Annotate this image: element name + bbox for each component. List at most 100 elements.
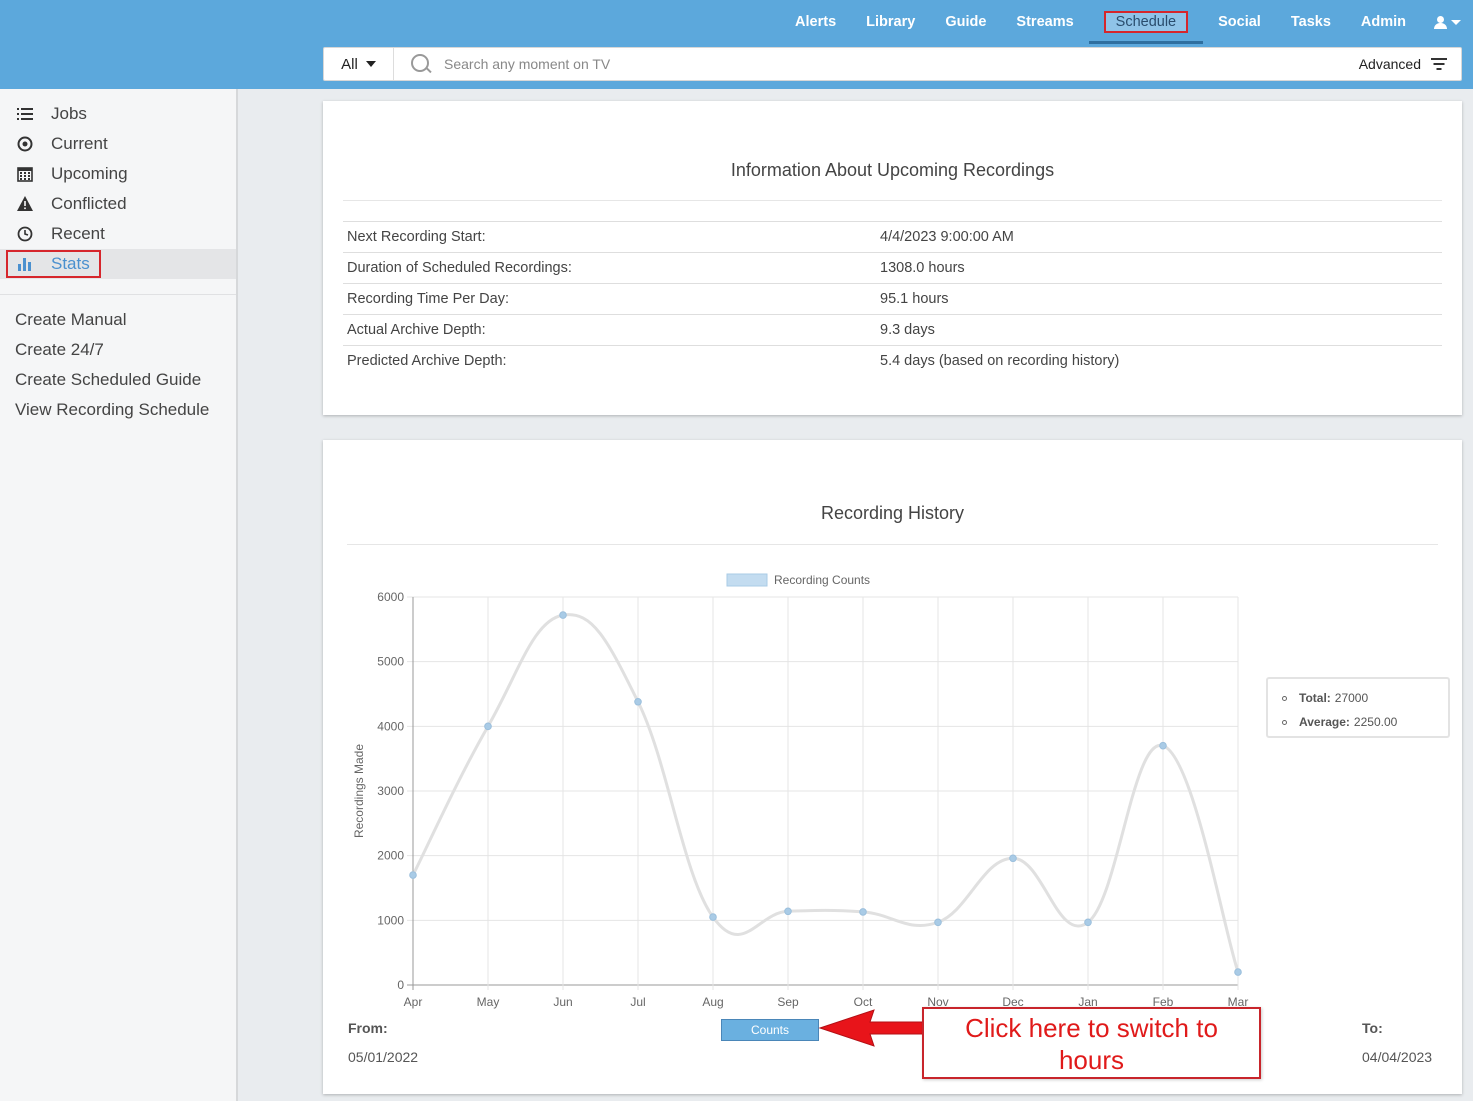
info-label: Duration of Scheduled Recordings: — [343, 252, 876, 284]
to-date[interactable]: 04/04/2023 — [1362, 1049, 1432, 1065]
user-icon — [1433, 15, 1447, 29]
sidebar-links: Create Manual Create 24/7 Create Scheduled… — [15, 305, 209, 425]
y-tick-label: 2000 — [377, 849, 404, 863]
sidebar-menu: Jobs Current Upcoming Conflicted Recent Stats — [0, 99, 236, 279]
x-tick-label: Jul — [630, 995, 645, 1009]
callout-line-1: Click here to switch to — [965, 1013, 1218, 1043]
sidebar-item-stats[interactable]: Stats — [0, 249, 236, 279]
from-label: From: — [348, 1020, 388, 1036]
sidebar-link-create-scheduled-guide[interactable]: Create Scheduled Guide — [15, 365, 209, 395]
nav-social[interactable]: Social — [1203, 0, 1276, 44]
sidebar-item-recent[interactable]: Recent — [0, 219, 236, 249]
data-point-mar[interactable] — [1234, 968, 1242, 976]
data-point-apr[interactable] — [409, 871, 417, 879]
nav-alerts[interactable]: Alerts — [780, 0, 851, 44]
y-tick-label: 4000 — [377, 719, 404, 733]
sidebar-link-view-recording-schedule[interactable]: View Recording Schedule — [15, 395, 209, 425]
info-card-title: Information About Upcoming Recordings — [730, 160, 1055, 180]
nav-label: Guide — [945, 14, 987, 30]
sidebar-item-label: Jobs — [51, 104, 87, 123]
series-line — [411, 613, 1240, 973]
info-row: Next Recording Start: 4/4/2023 9:00:00 AM — [343, 221, 1442, 253]
nav-label: Alerts — [795, 14, 837, 30]
data-point-nov[interactable] — [934, 918, 942, 927]
chevron-down-icon — [365, 61, 376, 67]
nav-tasks[interactable]: Tasks — [1276, 0, 1346, 44]
chart-grid — [407, 596, 1239, 990]
data-point-oct[interactable] — [859, 908, 867, 916]
info-row: Predicted Archive Depth: 5.4 days (based … — [343, 345, 1442, 377]
list-icon — [16, 105, 34, 123]
nav-guide[interactable]: Guide — [930, 0, 1001, 44]
info-label: Recording Time Per Day: — [343, 283, 876, 315]
x-tick-label: Sep — [777, 995, 799, 1009]
bullet-icon — [1282, 695, 1287, 701]
sidebar: Jobs Current Upcoming Conflicted Recent Stats… — [0, 89, 238, 1101]
sidebar-item-jobs[interactable]: Jobs — [0, 99, 236, 129]
nav-label: Schedule — [1103, 11, 1189, 33]
info-row: Recording Time Per Day: 95.1 hours — [343, 283, 1442, 315]
sidebar-item-current[interactable]: Current — [0, 129, 236, 159]
average-value: 2250.00 — [1353, 715, 1398, 729]
top-nav: Alerts Library Guide Streams Schedule Social T… — [780, 0, 1473, 44]
sidebar-item-conflicted[interactable]: Conflicted — [0, 189, 236, 219]
sidebar-item-upcoming[interactable]: Upcoming — [0, 159, 236, 189]
data-point-dec[interactable] — [1009, 854, 1017, 863]
sidebar-item-label: Upcoming — [51, 164, 128, 183]
warning-icon — [16, 195, 34, 213]
total-label: Total: — [1299, 691, 1331, 705]
search-icon — [408, 50, 436, 78]
summary-average: Average: 2250.00 — [1282, 710, 1448, 734]
y-tick-label: 6000 — [377, 590, 404, 604]
callout-line-2: hours — [1058, 1045, 1125, 1075]
from-date[interactable]: 05/01/2022 — [348, 1049, 418, 1065]
search-input[interactable] — [444, 49, 1359, 79]
nav-library[interactable]: Library — [851, 0, 930, 44]
y-tick-label: 0 — [397, 978, 404, 992]
top-bar: Alerts Library Guide Streams Schedule Social T… — [0, 0, 1473, 89]
upcoming-info-card: Information About Upcoming Recordings Ne… — [323, 101, 1462, 415]
user-menu[interactable] — [1421, 0, 1473, 44]
chevron-down-icon — [1450, 19, 1461, 25]
bullet-icon — [1282, 719, 1287, 725]
y-tick-label: 3000 — [377, 784, 404, 798]
info-label: Predicted Archive Depth: — [343, 345, 876, 377]
info-value: 1308.0 hours — [876, 252, 1442, 284]
sidebar-link-create-24-7[interactable]: Create 24/7 — [15, 335, 209, 365]
legend-swatch[interactable] — [726, 573, 768, 587]
y-tick-label: 5000 — [377, 655, 404, 669]
x-tick-label: May — [477, 995, 500, 1009]
data-point-sep[interactable] — [784, 907, 792, 916]
search-scope-dropdown[interactable]: All — [324, 48, 394, 80]
nav-admin[interactable]: Admin — [1346, 0, 1421, 44]
x-tick-label: Apr — [404, 995, 423, 1009]
bar-chart-icon — [16, 255, 34, 273]
calendar-icon — [16, 165, 34, 183]
nav-schedule[interactable]: Schedule — [1088, 0, 1204, 44]
data-point-jan[interactable] — [1084, 918, 1092, 927]
summary-box: Total: 27000 Average: 2250.00 — [1266, 677, 1450, 738]
nav-label: Admin — [1360, 14, 1406, 30]
search-bar: All Advanced — [323, 47, 1462, 81]
callout-box: Click here to switch to hours — [922, 1007, 1261, 1079]
data-point-jun[interactable] — [559, 611, 567, 619]
advanced-label: Advanced — [1358, 56, 1421, 72]
counts-toggle-button[interactable]: Counts — [721, 1019, 819, 1041]
nav-streams[interactable]: Streams — [1001, 0, 1088, 44]
info-row: Duration of Scheduled Recordings: 1308.0 … — [343, 252, 1442, 284]
data-point-feb[interactable] — [1159, 741, 1167, 750]
data-point-may[interactable] — [484, 722, 492, 731]
nav-label: Social — [1218, 14, 1261, 30]
legend-label[interactable]: Recording Counts — [774, 573, 870, 587]
data-point-jul[interactable] — [634, 697, 642, 706]
info-value: 4/4/2023 9:00:00 AM — [876, 221, 1442, 253]
info-table: Next Recording Start: 4/4/2023 9:00:00 AM… — [343, 221, 1442, 377]
sidebar-item-label: Current — [51, 134, 108, 153]
info-value: 9.3 days — [876, 314, 1442, 346]
data-point-aug[interactable] — [709, 913, 717, 921]
filter-icon — [1431, 58, 1447, 70]
x-tick-label: Aug — [702, 995, 723, 1009]
advanced-search-button[interactable]: Advanced — [1359, 56, 1447, 72]
sidebar-link-create-manual[interactable]: Create Manual — [15, 305, 209, 335]
info-value: 95.1 hours — [876, 283, 1442, 315]
